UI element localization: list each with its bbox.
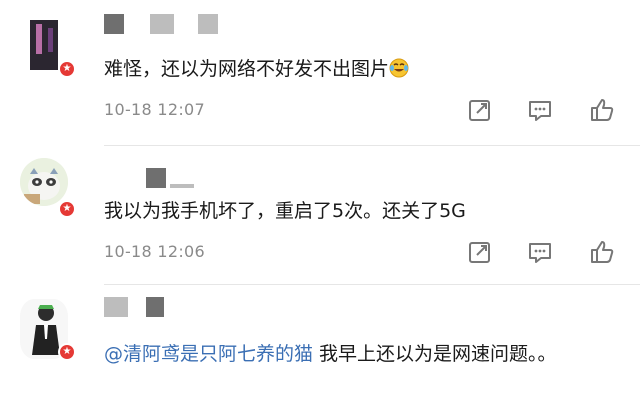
timestamp: 10-18 12:06 [104, 242, 205, 261]
avatar[interactable] [20, 158, 68, 206]
username-block [104, 297, 128, 317]
username[interactable] [104, 14, 218, 34]
username-block [150, 14, 174, 34]
username-block [198, 14, 218, 34]
mention-link[interactable]: @清阿鸢是只阿七养的猫 [104, 343, 313, 365]
username-block [104, 14, 124, 34]
comment-icon[interactable] [526, 96, 554, 124]
comment-actions [460, 96, 620, 126]
laughing-tears-emoji [389, 57, 409, 78]
comment-item: ★ @清阿鸢是只阿七养的猫 我早上还以为是网速问题。。 [0, 285, 640, 411]
verified-badge-icon: ★ [58, 343, 76, 361]
username[interactable] [104, 168, 194, 188]
timestamp: 10-18 12:07 [104, 100, 205, 119]
comment-actions [460, 238, 620, 268]
comment-text: 我以为我手机坏了，重启了5次。还关了5G [104, 200, 466, 222]
comment-text: @清阿鸢是只阿七养的猫 我早上还以为是网速问题。。 [104, 343, 557, 365]
verified-badge-icon: ★ [58, 200, 76, 218]
username-block [146, 297, 164, 317]
comment-item: ★ 我以为我手机坏了，重启了5次。还关了5G 10-18 12:06 [0, 146, 640, 286]
verified-badge-icon: ★ [58, 60, 76, 78]
username-block [146, 168, 166, 188]
username[interactable] [104, 297, 164, 317]
thumbs-up-icon[interactable] [588, 96, 616, 124]
username-block [170, 184, 194, 188]
thumbs-up-icon[interactable] [588, 238, 616, 266]
comment-icon[interactable] [526, 238, 554, 266]
share-icon[interactable] [466, 96, 494, 124]
comment-item: ★ 难怪，还以为网络不好发不出图片 10-18 12:07 [0, 0, 640, 140]
share-icon[interactable] [466, 238, 494, 266]
comment-text: 难怪，还以为网络不好发不出图片 [104, 54, 624, 84]
